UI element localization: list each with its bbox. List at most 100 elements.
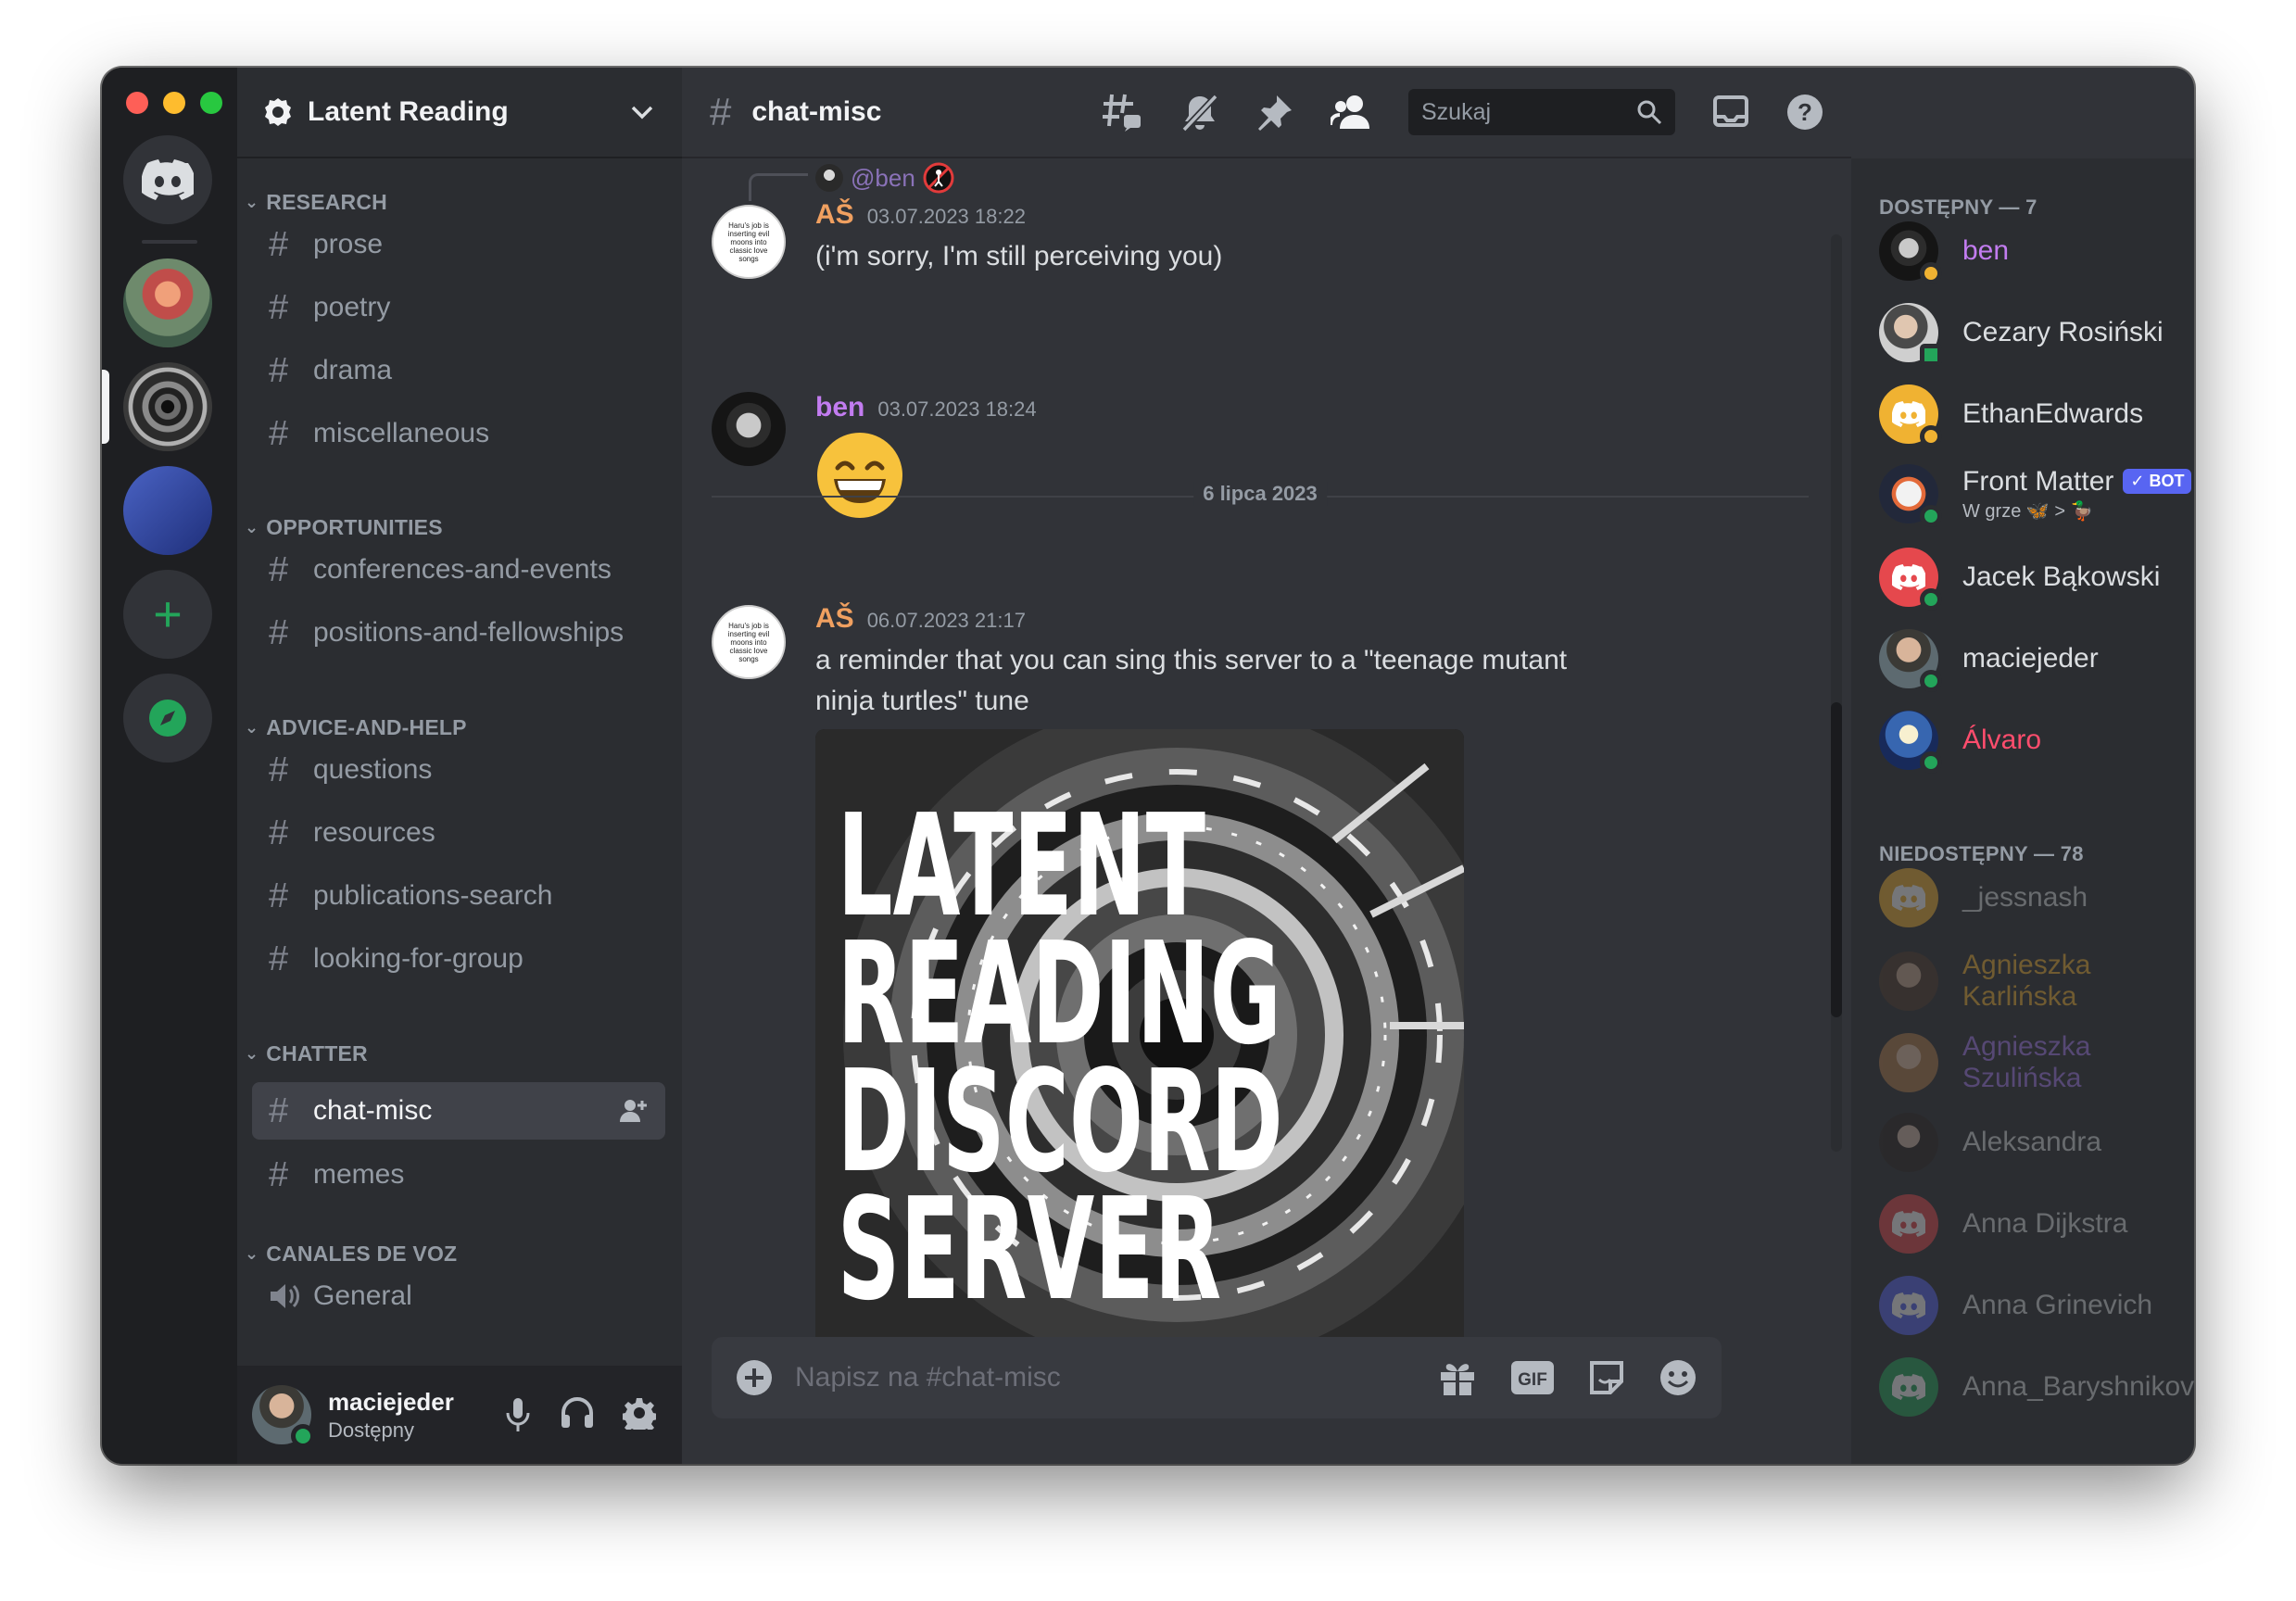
hashtag-icon: #: [710, 90, 732, 133]
username: maciejeder: [328, 1387, 454, 1416]
settings-gear-icon[interactable]: [623, 1396, 656, 1430]
channel-label: questions: [313, 754, 433, 785]
channel-publications-search[interactable]: # publications-search: [252, 867, 665, 925]
member-name: Aleksandra: [1962, 1127, 2102, 1157]
member-item[interactable]: Agnieszka Karlińska: [1879, 950, 2194, 1013]
member-item[interactable]: maciejeder: [1879, 629, 2099, 692]
member-item[interactable]: EthanEdwards: [1879, 384, 2144, 448]
channel-miscellaneous[interactable]: # miscellaneous: [252, 405, 665, 462]
category-label: RESEARCH: [266, 190, 387, 214]
author-name[interactable]: ben: [815, 392, 864, 423]
message-input[interactable]: Napisz na #chat-misc: [795, 1362, 1438, 1393]
member-item[interactable]: Jacek Bąkowski: [1879, 548, 2160, 611]
member-avatar: [1879, 1194, 1938, 1254]
channel-chat-misc[interactable]: # chat-misc: [252, 1082, 665, 1140]
hashtag-icon: #: [269, 750, 289, 789]
member-item[interactable]: _jessnash: [1879, 868, 2088, 927]
member-item[interactable]: Anna Dijkstra: [1879, 1194, 2127, 1254]
server-icon-latent-reading[interactable]: [123, 362, 212, 451]
reply-reference[interactable]: @ben: [815, 162, 954, 194]
member-name: EthanEdwards: [1962, 398, 2144, 429]
member-item[interactable]: ben: [1879, 221, 2009, 284]
member-item[interactable]: Agnieszka Szulińska: [1879, 1031, 2194, 1094]
mobile-status-icon: [1920, 344, 1942, 366]
chevron-down-icon: ⌄: [245, 1044, 259, 1063]
member-name: Anna Grinevich: [1962, 1290, 2153, 1320]
maximize-window-button[interactable]: [200, 92, 222, 114]
channel-drama[interactable]: # drama: [252, 342, 665, 399]
add-attachment-icon[interactable]: [736, 1359, 773, 1396]
member-item[interactable]: Anna Grinevich: [1879, 1276, 2152, 1335]
author-avatar[interactable]: Haru's job is inserting evil moons into …: [712, 605, 786, 679]
category-advice-and-help[interactable]: ⌄ ADVICE-AND-HELP: [245, 715, 467, 740]
member-item[interactable]: Front Matter ✓ BOT W grze 🦋 > 🦆: [1879, 464, 2192, 527]
pinned-messages-icon[interactable]: [1256, 94, 1293, 131]
discord-logo-icon: [1892, 1374, 1925, 1400]
message-header: AŠ 06.07.2023 21:17: [815, 603, 1026, 635]
category-chatter[interactable]: ⌄ CHATTER: [245, 1041, 368, 1066]
online-section-header: DOSTĘPNY — 7: [1879, 195, 2037, 219]
reply-mention: @ben: [851, 163, 915, 192]
author-avatar[interactable]: [712, 392, 786, 466]
author-name[interactable]: AŠ: [815, 199, 854, 231]
user-panel: maciejeder Dostępny: [237, 1366, 682, 1464]
help-icon[interactable]: ?: [1786, 94, 1823, 131]
user-avatar[interactable]: [252, 1385, 315, 1448]
category-opportunities[interactable]: ⌄ OPPORTUNITIES: [245, 515, 443, 540]
search-input[interactable]: Szukaj: [1408, 89, 1675, 135]
user-info[interactable]: maciejeder Dostępny: [328, 1388, 454, 1443]
message-composer[interactable]: Napisz na #chat-misc GIF: [712, 1337, 1722, 1418]
channel-looking-for-group[interactable]: # looking-for-group: [252, 930, 665, 988]
member-item[interactable]: Aleksandra: [1879, 1113, 2101, 1172]
server-icon-1[interactable]: [123, 258, 212, 347]
member-item[interactable]: Álvaro: [1879, 711, 2041, 774]
voice-channel-general[interactable]: General: [252, 1267, 665, 1325]
explore-servers-button[interactable]: [123, 674, 212, 763]
avatar-caption: Haru's job is inserting evil moons into …: [727, 621, 770, 663]
server-header[interactable]: Latent Reading: [237, 68, 682, 158]
online-status-icon: [1920, 670, 1942, 692]
headphones-icon[interactable]: [560, 1396, 595, 1430]
add-server-button[interactable]: +: [123, 570, 212, 659]
author-name[interactable]: AŠ: [815, 603, 854, 635]
message: @ben Haru's job is inserting evil moons …: [712, 160, 1814, 346]
close-window-button[interactable]: [126, 92, 148, 114]
server-icon-3[interactable]: [123, 466, 212, 555]
channel-questions[interactable]: # questions: [252, 741, 665, 799]
gif-icon[interactable]: GIF: [1510, 1360, 1555, 1395]
channel-prose[interactable]: # prose: [252, 216, 665, 273]
gift-icon[interactable]: [1438, 1359, 1477, 1396]
poster-line-4: SERVER: [838, 1167, 1222, 1331]
channel-conferences-and-events[interactable]: # conferences-and-events: [252, 541, 665, 599]
channel-resources[interactable]: # resources: [252, 804, 665, 862]
window-controls: [126, 92, 222, 114]
image-attachment[interactable]: LATENT READING DISCORD SERVER: [815, 729, 1464, 1378]
sticker-icon[interactable]: [1588, 1359, 1625, 1396]
invite-member-icon[interactable]: [619, 1098, 649, 1124]
inbox-icon[interactable]: [1712, 95, 1749, 130]
threads-icon[interactable]: [1101, 93, 1143, 132]
member-item[interactable]: Cezary Rosiński: [1879, 303, 2164, 366]
member-avatar: [1879, 1033, 1938, 1092]
channel-label: chat-misc: [313, 1095, 433, 1126]
channel-header: # chat-misc Szukaj ?: [682, 68, 1851, 158]
online-status-icon: [291, 1424, 315, 1448]
channel-poetry[interactable]: # poetry: [252, 279, 665, 336]
emoji-picker-icon[interactable]: [1659, 1358, 1697, 1397]
category-research[interactable]: ⌄ RESEARCH: [245, 190, 387, 215]
chat-scrollbar-thumb[interactable]: [1831, 702, 1842, 1017]
member-avatar: [1879, 303, 1942, 366]
category-voice[interactable]: ⌄ CANALES DE VOZ: [245, 1242, 457, 1267]
microphone-icon[interactable]: [504, 1396, 532, 1433]
minimize-window-button[interactable]: [163, 92, 185, 114]
author-avatar[interactable]: Haru's job is inserting evil moons into …: [712, 205, 786, 279]
member-item[interactable]: Anna_Baryshnikova: [1879, 1357, 2194, 1417]
channel-memes[interactable]: # memes: [252, 1146, 665, 1204]
discord-logo-icon: [1892, 885, 1925, 911]
hashtag-icon: #: [269, 1090, 289, 1130]
home-button[interactable]: [123, 135, 212, 224]
member-list-icon[interactable]: [1331, 94, 1371, 131]
message-header: ben 03.07.2023 18:24: [815, 392, 1037, 423]
mute-notifications-icon[interactable]: [1180, 93, 1219, 132]
channel-positions-and-fellowships[interactable]: # positions-and-fellowships: [252, 604, 665, 662]
